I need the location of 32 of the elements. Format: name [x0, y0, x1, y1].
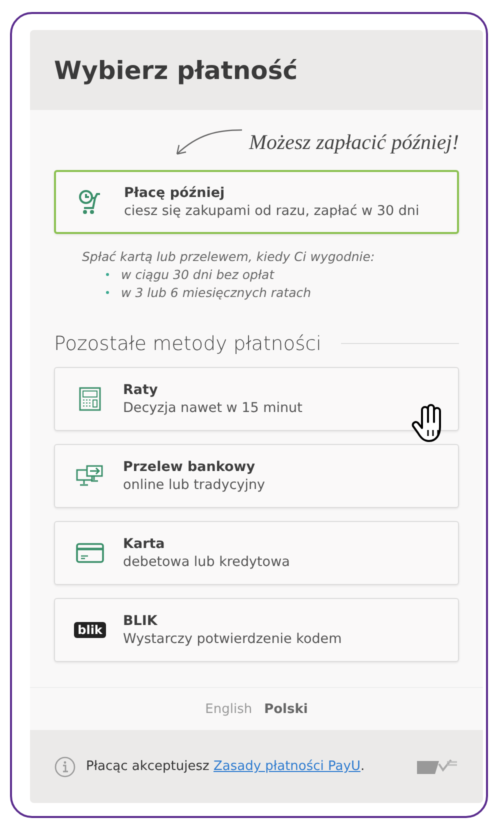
info-text: Spłać kartą lub przelewem, kiedy Ci wygodnie:	[82, 249, 376, 264]
credit-card-icon	[76, 543, 104, 563]
bullet-dot	[106, 273, 109, 276]
option-name: Karta	[123, 536, 166, 552]
page-title: Wybierz płatność	[54, 56, 298, 84]
bullet-text: w ciągu 30 dni bez opłat	[121, 267, 274, 282]
terms-link[interactable]: Zasady płatności PayU	[213, 759, 360, 774]
option-description: ciesz się zakupami od razu, zapłać w 30 dni	[124, 203, 420, 219]
option-name: Przelew bankowy	[123, 459, 256, 475]
calculator-icon	[79, 387, 101, 411]
bullet-text: w 3 lub 6 miesięcznych ratach	[121, 285, 312, 300]
option-description: online lub tradycyjny	[123, 477, 266, 493]
info-icon	[54, 756, 76, 778]
payment-option[interactable]: Raty Decyzja nawet w 15 minut	[54, 367, 459, 431]
section-title: Pozostałe metody płatności	[54, 332, 322, 355]
language-link[interactable]: Polski	[264, 702, 308, 716]
option-description: Wystarczy potwierdzenie kodem	[123, 631, 342, 647]
payment-option[interactable]: Płacę później ciesz się zakupami od razu, zapłać w 30 dni	[54, 170, 459, 234]
payment-option[interactable]: blik BLIK Wystarczy potwierdzenie kodem	[54, 598, 459, 662]
payment-option[interactable]: Przelew bankowy online lub tradycyjny	[54, 444, 459, 508]
annotation-text: Możesz zapłacić później!	[249, 129, 459, 155]
blik-logo: blik	[74, 622, 106, 638]
terms-text: Płacąc akceptujesz Zasady płatności PayU.	[86, 759, 366, 774]
bullet-dot	[106, 291, 109, 294]
option-description: debetowa lub kredytowa	[123, 554, 290, 570]
option-description: Decyzja nawet w 15 minut	[123, 400, 302, 416]
option-name: Płacę później	[124, 185, 226, 201]
payment-option[interactable]: Karta debetowa lub kredytowa	[54, 521, 459, 585]
two-monitors-icon	[76, 465, 104, 487]
option-name: BLIK	[123, 613, 158, 629]
option-name: Raty	[123, 382, 159, 398]
certification-logo-icon	[415, 758, 459, 776]
